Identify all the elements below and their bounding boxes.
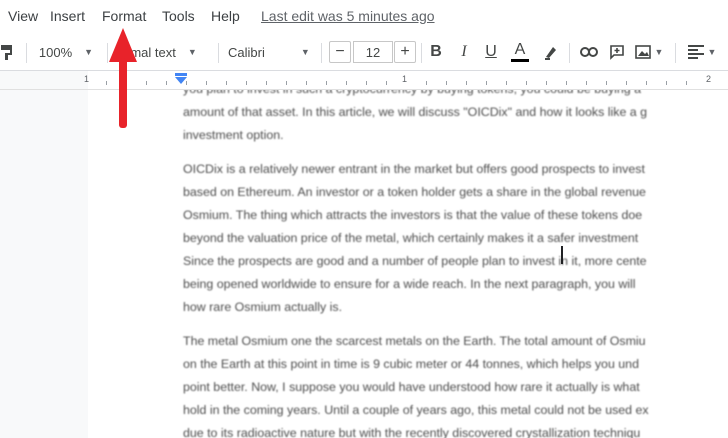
toolbar: 100% ▼ rmal text ▼ Calibri ▼ − 12 + B I U A… — [0, 34, 728, 71]
left-margin — [0, 90, 88, 438]
toolbar-divider — [569, 43, 570, 63]
italic-button[interactable]: I — [454, 34, 474, 70]
indent-marker-icon[interactable] — [174, 73, 188, 85]
document-line: point better. Now, I suppose you would h… — [183, 380, 640, 394]
menu-tools[interactable]: Tools — [162, 8, 195, 24]
font-size-input[interactable]: 12 — [353, 41, 393, 63]
document-line: OICDix is a relatively newer entrant in … — [183, 162, 645, 176]
bold-button[interactable]: B — [426, 34, 446, 70]
chevron-down-icon: ▼ — [707, 47, 717, 57]
decrease-font-size-button[interactable]: − — [329, 41, 351, 63]
last-edit-link[interactable]: Last edit was 5 minutes ago — [261, 8, 435, 24]
ruler-number: 1 — [402, 74, 408, 84]
document-line: Since the prospects are good and a numbe… — [183, 254, 647, 268]
document-line: on the Earth at this point in time is 9 … — [183, 357, 639, 371]
text-cursor — [561, 246, 563, 264]
text-color-swatch — [511, 59, 529, 62]
link-icon[interactable] — [578, 34, 600, 70]
highlighter-icon[interactable] — [540, 34, 562, 70]
toolbar-divider — [321, 43, 322, 63]
menu-help[interactable]: Help — [211, 8, 240, 24]
zoom-value: 100% — [38, 44, 73, 60]
chevron-down-icon: ▼ — [300, 47, 310, 57]
chevron-down-icon: ▼ — [654, 47, 664, 57]
menu-bar: View Insert Format Tools Help Last edit … — [0, 0, 728, 34]
text-color-button[interactable]: A — [509, 34, 531, 70]
document-line: you plan to invest in such a cryptocurre… — [183, 90, 728, 101]
image-icon[interactable]: ▼ — [634, 34, 664, 70]
menu-format[interactable]: Format — [102, 8, 146, 24]
toolbar-divider — [675, 43, 676, 63]
document-line: investment option. — [183, 128, 284, 142]
document-line: hold in the coming years. Until a couple… — [183, 403, 649, 417]
toolbar-divider — [218, 43, 219, 63]
zoom-select[interactable]: 100% ▼ — [34, 34, 98, 70]
increase-font-size-button[interactable]: + — [394, 41, 416, 63]
menu-insert[interactable]: Insert — [50, 8, 85, 24]
style-value: rmal text — [126, 44, 176, 60]
comment-icon[interactable] — [606, 34, 628, 70]
underline-button[interactable]: U — [481, 34, 501, 70]
style-select[interactable]: rmal text ▼ — [126, 34, 216, 70]
document-line: amount of that asset. In this article, w… — [183, 105, 648, 119]
document-line: Osmium. The thing which attracts the inv… — [183, 208, 643, 222]
document-page[interactable]: you plan to invest in such a cryptocurre… — [88, 90, 728, 438]
document-body[interactable]: you plan to invest in such a cryptocurre… — [183, 90, 728, 438]
chevron-down-icon: ▼ — [84, 47, 94, 57]
paint-format-icon[interactable] — [0, 34, 18, 70]
document-line: how rare Osmium actually is. — [183, 300, 343, 314]
toolbar-divider — [107, 43, 108, 63]
ruler-number: 1 — [84, 74, 90, 84]
document-line: The metal Osmium one the scarcest metals… — [183, 334, 646, 348]
font-select[interactable]: Calibri ▼ — [228, 34, 320, 70]
ruler-number: 2 — [706, 74, 712, 84]
align-icon[interactable]: ▼ — [684, 34, 720, 70]
toolbar-divider — [26, 43, 27, 63]
document-line: based on Ethereum. An investor or a toke… — [183, 185, 646, 199]
font-value: Calibri — [228, 44, 265, 60]
text-color-label: A — [514, 41, 526, 58]
document-line: due to its radioactive nature but with t… — [183, 426, 641, 438]
chevron-down-icon: ▼ — [187, 47, 197, 57]
toolbar-divider — [421, 43, 422, 63]
menu-view[interactable]: View — [8, 8, 38, 24]
ruler: 1 1 2 — [0, 71, 728, 90]
document-line: beyond the valuation price of the metal,… — [183, 231, 639, 245]
document-line: being opened worldwide to ensure for a w… — [183, 277, 636, 291]
